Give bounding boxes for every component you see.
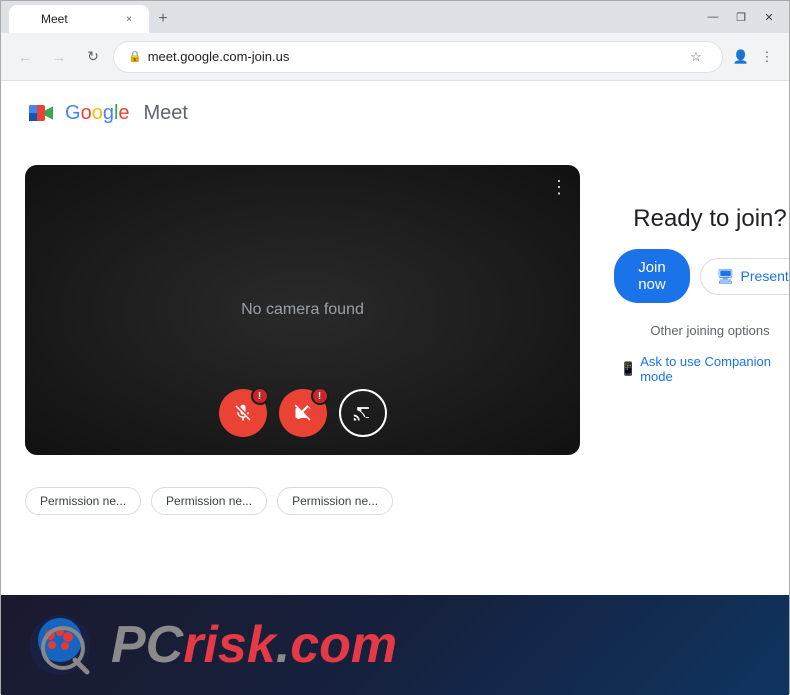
meet-logo-icon: [25, 97, 57, 129]
present-label: Present: [741, 268, 789, 284]
profile-icon[interactable]: 👤: [729, 45, 753, 69]
permission-tag-1[interactable]: Permission ne...: [25, 487, 141, 515]
meet-header: Google Meet: [1, 81, 789, 145]
pc-brand-text: PCrisk.com: [111, 615, 397, 675]
menu-icon[interactable]: ⋮: [755, 45, 779, 69]
meet-logo-meet-text: Meet: [144, 102, 188, 125]
new-tab-button[interactable]: +: [149, 5, 177, 33]
meet-main: ⋮ No camera found ! !: [1, 145, 789, 475]
pcrisk-logo-icon: [25, 610, 95, 680]
logo-e: e: [118, 102, 129, 124]
tab-bar: Meet × +: [9, 1, 177, 33]
video-preview: ⋮ No camera found ! !: [25, 165, 580, 455]
toggle-camera-button[interactable]: !: [279, 389, 327, 437]
forward-button[interactable]: →: [45, 43, 73, 71]
logo-o1: o: [81, 102, 92, 124]
footer-branding: PCrisk.com: [1, 595, 789, 695]
logo-g: G: [65, 102, 81, 124]
logo-o2: o: [92, 102, 103, 124]
right-panel: Ready to join? Join now 🖥 Present Other …: [620, 165, 789, 384]
meet-logo-google-text: Google: [65, 102, 130, 125]
page-content: Google Meet ⋮ No camera found !: [1, 81, 789, 695]
companion-icon: 📱: [620, 361, 636, 377]
mic-badge: !: [251, 387, 269, 405]
window-controls: — ❐ ✕: [701, 8, 781, 26]
cast-icon: [353, 403, 373, 423]
cast-button[interactable]: [339, 389, 387, 437]
back-button[interactable]: ←: [11, 43, 39, 71]
minimize-button[interactable]: —: [701, 8, 725, 26]
tab-title: Meet: [41, 12, 68, 26]
video-more-button[interactable]: ⋮: [550, 177, 568, 198]
titlebar: Meet × + — ❐ ✕: [1, 1, 789, 33]
permission-tags: Permission ne... Permission ne... Permis…: [1, 475, 789, 527]
tab-favicon: [21, 12, 35, 26]
addressbar: ← → ↻ 🔒 meet.google.com-join.us ☆ 👤 ⋮: [1, 33, 789, 81]
permission-tag-3[interactable]: Permission ne...: [277, 487, 393, 515]
present-icon: 🖥: [717, 268, 735, 285]
reload-button[interactable]: ↻: [79, 43, 107, 71]
permission-tag-2[interactable]: Permission ne...: [151, 487, 267, 515]
tab-close-button[interactable]: ×: [121, 11, 137, 27]
pcrisk-logo-text: PCrisk.com: [111, 615, 397, 675]
companion-text: Ask to use Companion mode: [640, 354, 789, 384]
join-actions: Join now 🖥 Present: [614, 249, 789, 303]
companion-mode-link[interactable]: 📱 Ask to use Companion mode: [620, 354, 789, 384]
ready-to-join-title: Ready to join?: [633, 205, 786, 233]
lock-icon: 🔒: [128, 50, 142, 63]
other-options-label: Other joining options: [650, 323, 769, 338]
video-controls: ! !: [219, 389, 387, 437]
address-text: meet.google.com-join.us: [148, 49, 290, 64]
present-button[interactable]: 🖥 Present: [700, 258, 789, 295]
close-button[interactable]: ✕: [757, 8, 781, 26]
mute-mic-button[interactable]: !: [219, 389, 267, 437]
logo-g2: g: [103, 102, 114, 124]
maximize-button[interactable]: ❐: [729, 8, 753, 26]
address-bar[interactable]: 🔒 meet.google.com-join.us ☆: [113, 41, 723, 73]
join-now-button[interactable]: Join now: [614, 249, 690, 303]
camera-badge: !: [311, 387, 329, 405]
browser-toolbar-right: 👤 ⋮: [729, 45, 779, 69]
meet-logo: Google Meet: [25, 97, 188, 129]
bookmark-icon[interactable]: ☆: [684, 45, 708, 69]
active-tab[interactable]: Meet ×: [9, 5, 149, 33]
mic-off-icon: [233, 403, 253, 423]
no-camera-text: No camera found: [241, 301, 364, 319]
address-right-icons: ☆: [684, 45, 708, 69]
camera-off-icon: [293, 403, 313, 423]
